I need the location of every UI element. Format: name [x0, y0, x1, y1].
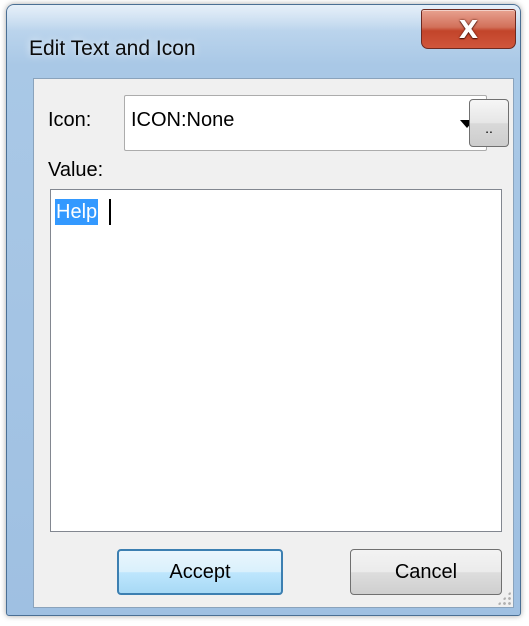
- value-label: Value:: [48, 159, 104, 181]
- browse-button[interactable]: ..: [469, 99, 509, 147]
- icon-select-value: ICON:None: [131, 109, 235, 131]
- cancel-button[interactable]: Cancel: [350, 549, 502, 595]
- close-button[interactable]: X: [421, 9, 516, 49]
- accept-button[interactable]: Accept: [117, 549, 283, 595]
- icon-label: Icon:: [48, 109, 92, 131]
- close-icon: X: [458, 14, 479, 44]
- dialog-body: Icon: ICON:None .. Value: Help Accept Ca…: [33, 78, 514, 608]
- text-caret: [109, 199, 111, 225]
- dialog-window: Edit Text and Icon X Icon: ICON:None .. …: [6, 4, 521, 616]
- value-textarea[interactable]: Help: [50, 189, 502, 532]
- icon-select[interactable]: ICON:None: [124, 95, 487, 151]
- value-text-selected: Help: [55, 199, 99, 225]
- window-title: Edit Text and Icon: [29, 37, 196, 60]
